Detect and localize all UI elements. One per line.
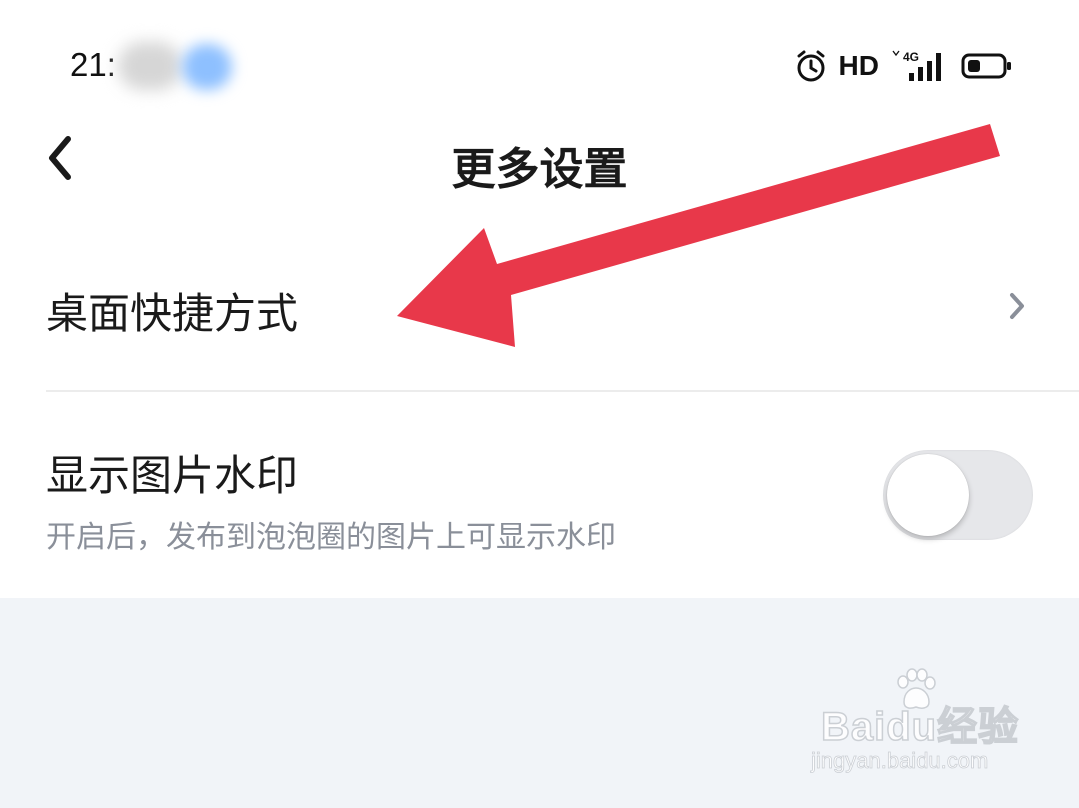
signal-bars-icon: 4G	[892, 50, 941, 81]
settings-item-description: 开启后，发布到泡泡圈的图片上可显示水印	[46, 520, 616, 555]
screen: 21: HD 4G 更多设置 桌面快捷方式 显示图片水印 开启后，发布到泡泡圈的…	[0, 0, 1079, 808]
alarm-clock-icon	[797, 50, 825, 82]
blurred-notification-icon	[182, 44, 232, 90]
status-icons: HD 4G	[795, 46, 1013, 86]
blurred-region	[118, 42, 182, 90]
signal-4g-label: 4G	[903, 50, 919, 64]
network-hd-label: HD	[838, 50, 879, 81]
watermark-toggle[interactable]	[883, 450, 1033, 540]
battery-icon	[961, 53, 1011, 79]
toggle-knob	[887, 454, 969, 536]
header: 更多设置	[0, 115, 1079, 215]
status-bar: 21: HD 4G	[0, 30, 1079, 102]
settings-item-label: 桌面快捷方式	[46, 289, 299, 338]
settings-item-show-watermark: 显示图片水印 开启后，发布到泡泡圈的图片上可显示水印	[0, 392, 1079, 598]
page-title: 更多设置	[451, 144, 628, 195]
settings-item-label: 显示图片水印	[46, 451, 299, 500]
chevron-right-icon	[1010, 293, 1024, 319]
baidu-jingyan-watermark: Baidu经验 jingyan.baidu.com	[811, 668, 1021, 778]
watermark-text: Baidu经验	[820, 704, 1020, 750]
status-time: 21:	[70, 46, 116, 83]
watermark-url: jingyan.baidu.com	[811, 748, 989, 774]
settings-item-desktop-shortcut[interactable]: 桌面快捷方式	[0, 230, 1079, 390]
